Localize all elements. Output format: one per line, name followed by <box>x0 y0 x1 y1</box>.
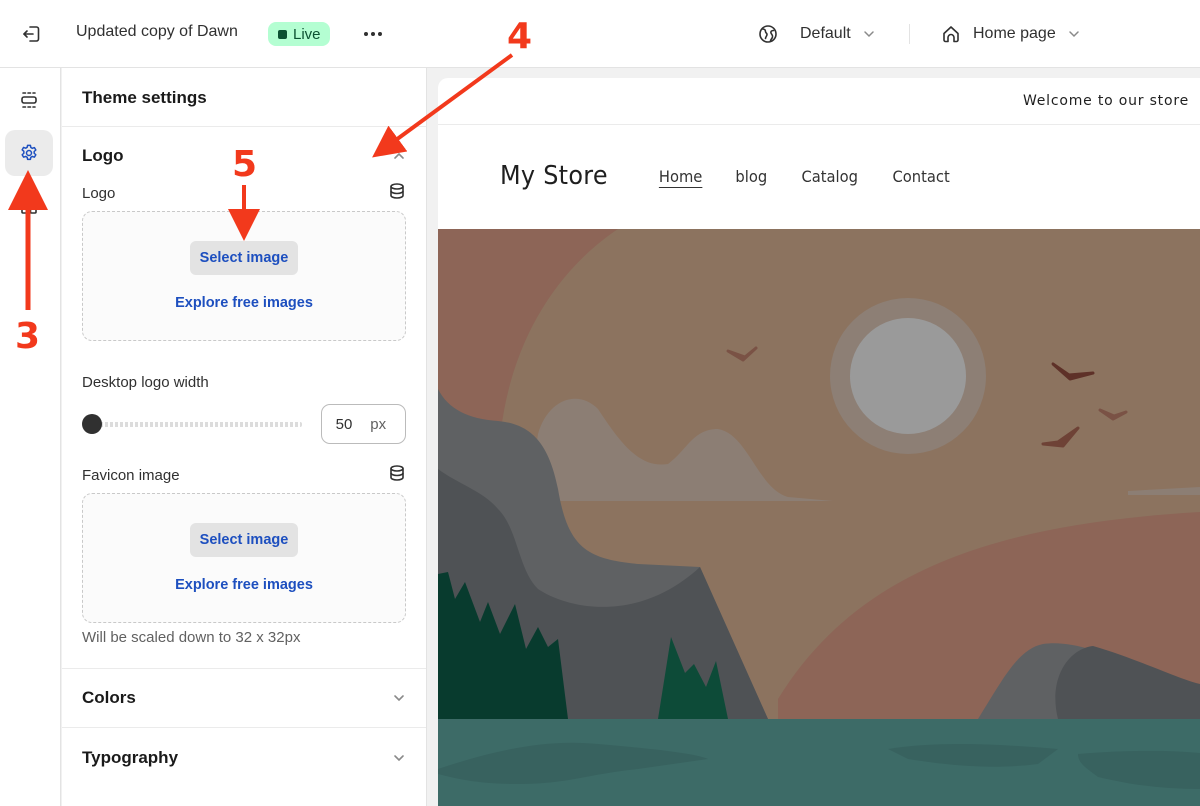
theme-settings-button[interactable] <box>5 130 53 176</box>
colors-section-title: Colors <box>82 688 136 707</box>
typography-section-toggle[interactable]: Typography <box>62 728 426 788</box>
database-icon <box>390 465 404 481</box>
chevron-down-icon <box>1068 31 1079 38</box>
home-icon <box>943 26 959 43</box>
globe-icon <box>759 25 777 43</box>
store-nav-blog[interactable]: blog <box>736 167 768 186</box>
desktop-logo-width-slider[interactable] <box>82 414 302 434</box>
store-logo[interactable]: My Store <box>500 161 608 191</box>
desktop-logo-width-label: Desktop logo width <box>82 373 209 391</box>
favicon-explore-free-images-link[interactable]: Explore free images <box>175 577 313 593</box>
logo-section-toggle[interactable]: Logo <box>62 127 426 185</box>
more-actions-button[interactable] <box>358 20 388 48</box>
slider-thumb[interactable] <box>82 414 102 434</box>
store-nav-catalog[interactable]: Catalog <box>801 167 858 186</box>
logo-explore-free-images-link[interactable]: Explore free images <box>175 295 313 311</box>
store-header: My Store Home blog Catalog Contact <box>438 125 1200 229</box>
desktop-logo-width-unit: px <box>370 415 387 433</box>
theme-name: Updated copy of Dawn <box>76 23 238 40</box>
dynamic-source-button[interactable] <box>388 182 406 204</box>
announcement-bar: Welcome to our store <box>438 78 1200 125</box>
store-preview[interactable]: Welcome to our store My Store Home blog … <box>438 78 1200 806</box>
desktop-logo-width-control: 50 px <box>62 404 426 444</box>
status-badge-label: Live <box>293 25 321 43</box>
sections-icon <box>21 92 37 108</box>
favicon-label-row: Favicon image <box>62 463 426 487</box>
exit-button[interactable] <box>20 22 44 46</box>
store-nav-contact[interactable]: Contact <box>893 167 950 186</box>
logo-field-label-row: Logo <box>62 181 426 205</box>
typography-section-title: Typography <box>82 748 179 767</box>
favicon-select-image-button[interactable]: Select image <box>189 523 299 557</box>
favicon-help-text: Will be scaled down to 32 x 32px <box>82 629 301 646</box>
sun <box>850 318 966 434</box>
theme-settings-panel: Theme settings Logo Logo Select image Ex… <box>62 68 427 806</box>
logo-field-label: Logo <box>82 184 116 202</box>
page-selector-label: Home page <box>973 25 1056 42</box>
market-selector[interactable]: Default <box>758 20 875 48</box>
toolbar-divider <box>909 24 910 44</box>
chevron-down-icon <box>863 31 874 38</box>
theme-settings-icon <box>21 144 37 161</box>
desktop-logo-width-value[interactable]: 50 <box>336 416 353 433</box>
chevron-down-icon <box>394 695 404 702</box>
status-badge: Live <box>268 22 330 46</box>
panel-title: Theme settings <box>62 68 426 127</box>
store-nav: Home blog Catalog Contact <box>657 167 953 186</box>
store-nav-home[interactable]: Home <box>659 167 702 186</box>
chevron-up-icon <box>394 152 404 159</box>
logo-section-title: Logo <box>82 146 124 165</box>
chevron-down-icon <box>394 755 404 762</box>
page-selector[interactable]: Home page <box>941 20 1080 48</box>
app-embeds-button[interactable] <box>5 183 53 229</box>
icon-rail <box>0 68 61 806</box>
editor-top-bar: Updated copy of Dawn Live Default Home p… <box>0 0 1200 68</box>
app-embeds-icon <box>21 198 37 214</box>
database-icon <box>390 183 404 199</box>
exit-icon <box>23 26 40 42</box>
colors-section-toggle[interactable]: Colors <box>62 669 426 727</box>
announcement-text: Welcome to our store <box>1022 93 1189 109</box>
favicon-dropzone[interactable]: Select image Explore free images <box>82 493 406 623</box>
market-selector-label: Default <box>800 25 851 42</box>
desktop-logo-width-input[interactable]: 50 px <box>320 404 406 444</box>
slider-track <box>90 422 302 427</box>
more-horizontal-icon <box>364 32 382 36</box>
desktop-logo-width-label-row: Desktop logo width <box>62 370 426 394</box>
sections-button[interactable] <box>5 77 53 123</box>
dynamic-source-button[interactable] <box>388 464 406 486</box>
hero-image <box>438 229 1200 806</box>
status-dot-icon <box>278 29 287 39</box>
logo-dropzone[interactable]: Select image Explore free images <box>82 211 406 341</box>
favicon-label: Favicon image <box>82 466 180 484</box>
logo-select-image-button[interactable]: Select image <box>189 241 299 275</box>
